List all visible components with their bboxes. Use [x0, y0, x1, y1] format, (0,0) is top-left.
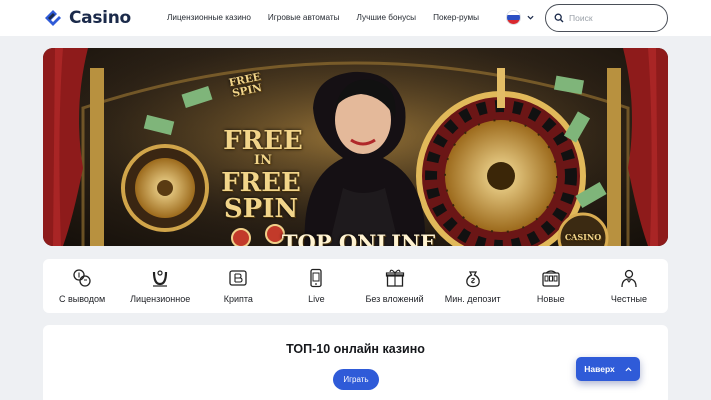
search-icon: [554, 13, 564, 23]
category-withdrawal[interactable]: С выводом: [43, 259, 121, 313]
category-fair[interactable]: Честные: [590, 259, 668, 313]
crypto-wallet-icon: [229, 270, 247, 286]
category-live[interactable]: Live: [277, 259, 355, 313]
banner-free-spin: FREE SPIN: [211, 170, 311, 222]
nav-licensed-casinos[interactable]: Лицензионные казино: [167, 13, 251, 22]
logo-text: Casino: [69, 8, 131, 28]
category-new[interactable]: Новые: [512, 259, 590, 313]
category-licensed[interactable]: Лицензионное: [121, 259, 199, 313]
slot-machine-icon: [542, 270, 560, 287]
category-no-deposit[interactable]: Без вложений: [356, 259, 434, 313]
nav-poker-rooms[interactable]: Покер-румы: [433, 13, 479, 22]
main-nav: Лицензионные казино Игровые автоматы Луч…: [167, 13, 479, 22]
search-box[interactable]: [545, 4, 668, 32]
nav-best-bonuses[interactable]: Лучшие бонусы: [357, 13, 417, 22]
banner-word-free-2: FREE: [221, 168, 301, 198]
section-title: ТОП-10 онлайн казино: [286, 342, 425, 356]
hero-banner[interactable]: FREE SPIN FREE IN FREE SPIN TOP ONLINE C…: [43, 48, 668, 246]
gift-icon: [385, 269, 404, 287]
category-label: Мин. депозит: [444, 294, 501, 304]
category-crypto[interactable]: Крипта: [199, 259, 277, 313]
category-label: Честные: [610, 294, 647, 304]
top-casinos-section: ТОП-10 онлайн казино Играть: [43, 325, 668, 400]
chevron-up-icon: [625, 366, 632, 371]
category-label: Live: [308, 294, 325, 304]
category-bar: С выводом Лицензионное Крипта Live Без в…: [43, 259, 668, 313]
category-label: Крипта: [223, 294, 253, 304]
site-header: Casino Лицензионные казино Игровые автом…: [0, 0, 711, 36]
mobile-live-icon: [310, 268, 323, 288]
category-label: С выводом: [58, 294, 106, 304]
category-label: Новые: [536, 294, 565, 304]
banner-word-in: IN: [254, 153, 272, 168]
banner-casino-sign: CASINO: [564, 232, 602, 242]
language-selector[interactable]: [506, 10, 534, 25]
russia-flag-icon: [506, 10, 521, 25]
banner-word-spin: SPIN: [223, 194, 299, 224]
banner-free-in-free-spin: FREE IN: [203, 128, 323, 167]
banner-top-online: TOP ONLINE: [281, 230, 437, 246]
banner-illustration: [43, 48, 668, 246]
coins-exchange-icon: [73, 269, 91, 287]
chevron-down-icon: [527, 15, 534, 20]
category-min-deposit[interactable]: Мин. депозит: [434, 259, 512, 313]
dealer-icon: [621, 269, 637, 288]
money-bag-icon: [465, 271, 480, 288]
scroll-top-label: Наверх: [584, 364, 615, 374]
scroll-top-button[interactable]: Наверх: [576, 357, 640, 381]
logo-icon: [45, 10, 61, 26]
logo[interactable]: Casino: [42, 7, 131, 29]
category-label: Без вложений: [365, 294, 424, 304]
nav-slot-machines[interactable]: Игровые автоматы: [268, 13, 340, 22]
search-input[interactable]: [569, 13, 659, 23]
banner-word-free: FREE: [223, 126, 303, 156]
horseshoe-icon: [153, 270, 168, 287]
play-button[interactable]: Играть: [333, 369, 379, 390]
category-label: Лицензионное: [130, 294, 191, 304]
